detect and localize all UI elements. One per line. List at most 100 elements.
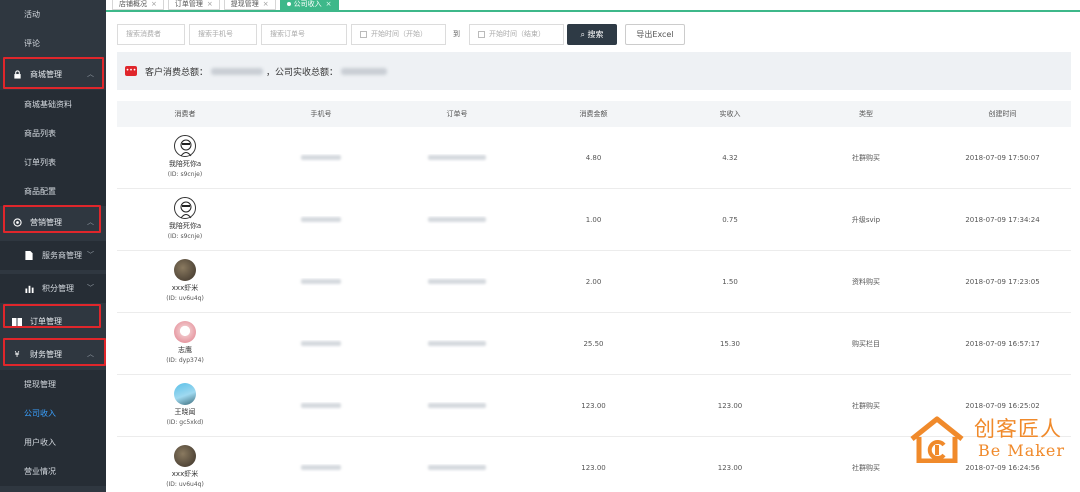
income-cell: 123.00 bbox=[717, 401, 743, 410]
table-row: 我陪死你a (ID: s9cnje) 4.80 4.32 社群购买 2018-0… bbox=[117, 127, 1071, 189]
consumer-name: 我陪死你a bbox=[168, 222, 202, 230]
consumer-cell: 志鹰 (ID: dyp374) bbox=[117, 313, 253, 375]
sidebar-item-product-list[interactable]: 商品列表 bbox=[0, 119, 106, 148]
amount-cell: 123.00 bbox=[581, 463, 606, 472]
search-icon: ⌕ bbox=[580, 30, 588, 39]
income-cell: 0.75 bbox=[722, 215, 738, 224]
sidebar-item-label: 积分管理 bbox=[42, 284, 74, 293]
avatar bbox=[174, 383, 196, 405]
consumer-cell: 我陪死你a (ID: s9cnje) bbox=[117, 127, 253, 189]
consumer-cell: 王晓闻 (ID: gc5xkd) bbox=[117, 375, 253, 437]
sidebar-item-business[interactable]: 营业情况 bbox=[0, 457, 106, 486]
end-time-placeholder: 开始时间（结束） bbox=[489, 30, 545, 38]
tab-label: 订单管理 bbox=[174, 0, 203, 8]
bar-chart-icon bbox=[24, 284, 34, 294]
income-cell: 15.30 bbox=[719, 339, 741, 348]
tab-withdrawal-management[interactable]: 提现管理 × bbox=[223, 0, 276, 10]
tab-label: 提现管理 bbox=[230, 0, 259, 8]
tab-company-income[interactable]: 公司收入 × bbox=[279, 0, 339, 10]
phone-cell-blurred bbox=[253, 278, 389, 286]
sidebar-item-comments[interactable]: 评论 bbox=[0, 29, 106, 58]
amount-cell: 123.00 bbox=[581, 401, 606, 410]
sidebar-item-activity[interactable]: 活动 bbox=[0, 0, 106, 29]
phone-search-input[interactable]: 搜索手机号 bbox=[189, 24, 257, 45]
sidebar-item-user-income[interactable]: 用户收入 bbox=[0, 428, 106, 457]
order-cell-blurred bbox=[389, 402, 525, 410]
column-header-time: 创建时间 bbox=[988, 110, 1017, 118]
order-search-input[interactable]: 搜索订单号 bbox=[261, 24, 347, 45]
sidebar-item-label: 活动 bbox=[24, 10, 40, 19]
chevron-down-icon: ﹀ bbox=[87, 251, 94, 259]
income-cell: 123.00 bbox=[717, 463, 743, 472]
highlight-box-finance bbox=[3, 338, 106, 366]
column-header-consumer: 消费者 bbox=[174, 110, 196, 118]
export-excel-button[interactable]: 导出Excel bbox=[625, 24, 685, 45]
consumer-cell: 我陪死你a (ID: s9cnje) bbox=[117, 189, 253, 251]
order-cell-blurred bbox=[389, 278, 525, 286]
sidebar-item-label: 评论 bbox=[24, 39, 40, 48]
sidebar-item-withdrawal[interactable]: 提现管理 bbox=[0, 370, 106, 399]
document-icon bbox=[24, 251, 34, 261]
time-cell: 2018-07-09 17:34:24 bbox=[965, 215, 1040, 224]
sidebar-item-label: 提现管理 bbox=[24, 380, 56, 389]
logo-text-cn: 创客匠人 bbox=[974, 417, 1062, 441]
sidebar-item-label: 服务商管理 bbox=[42, 251, 82, 260]
amount-cell: 2.00 bbox=[585, 277, 602, 286]
close-icon[interactable]: × bbox=[326, 0, 332, 8]
close-icon[interactable]: × bbox=[207, 0, 213, 8]
tab-order-management[interactable]: 订单管理 × bbox=[167, 0, 220, 10]
order-cell-blurred bbox=[389, 216, 525, 224]
consumer-total-label: 客户消费总额： bbox=[145, 67, 209, 78]
table-row: 我陪死你a (ID: s9cnje) 1.00 0.75 升级svip 2018… bbox=[117, 189, 1071, 251]
consumer-id: (ID: dyp374) bbox=[166, 357, 204, 364]
type-cell: 社群购买 bbox=[852, 401, 880, 410]
search-button[interactable]: ⌕ 搜索 bbox=[567, 24, 617, 45]
sidebar-item-label: 营业情况 bbox=[24, 467, 56, 476]
close-icon[interactable]: × bbox=[263, 0, 269, 8]
start-time-input[interactable]: 开始时间（开始） bbox=[351, 24, 446, 45]
sidebar-item-order-list[interactable]: 订单列表 bbox=[0, 148, 106, 177]
consumer-search-input[interactable]: 搜索消费者 bbox=[117, 24, 185, 45]
amount-cell: 1.00 bbox=[585, 215, 602, 224]
income-cell: 1.50 bbox=[722, 277, 738, 286]
sidebar-item-label: 公司收入 bbox=[24, 409, 56, 418]
consumer-total-value-blurred bbox=[211, 67, 264, 75]
type-cell: 升级svip bbox=[851, 215, 881, 224]
phone-cell-blurred bbox=[253, 154, 389, 162]
consumer-id: (ID: s9cnje) bbox=[167, 171, 203, 178]
sidebar-item-label: 商城基础资料 bbox=[24, 100, 72, 109]
type-cell: 社群购买 bbox=[852, 153, 880, 162]
consumer-id: (ID: uv6u4q) bbox=[166, 481, 204, 488]
sidebar-item-label: 商品列表 bbox=[24, 129, 56, 138]
end-time-input[interactable]: 开始时间（结束） bbox=[469, 24, 564, 45]
consumer-cell: xxx虾米 (ID: uv6u4q) bbox=[117, 437, 253, 492]
active-dot-icon bbox=[286, 2, 291, 6]
sidebar-item-product-config[interactable]: 商品配置 bbox=[0, 177, 106, 206]
sidebar-item-points[interactable]: 积分管理 ﹀ bbox=[0, 274, 106, 303]
type-cell: 资料购买 bbox=[852, 277, 880, 286]
column-header-order: 订单号 bbox=[446, 110, 468, 118]
table-row: xxx虾米 (ID: uv6u4q) 2.00 1.50 资料购买 2018-0… bbox=[117, 251, 1071, 313]
highlight-box-orders bbox=[3, 304, 101, 328]
sidebar-item-label: 用户收入 bbox=[24, 438, 56, 447]
tab-label: 公司收入 bbox=[293, 0, 322, 8]
consumer-name: 我陪死你a bbox=[168, 160, 202, 168]
consumer-id: (ID: gc5xkd) bbox=[166, 419, 204, 426]
order-cell-blurred bbox=[389, 464, 525, 472]
column-header-type: 类型 bbox=[859, 110, 873, 118]
sidebar-item-label: 商品配置 bbox=[24, 187, 56, 196]
sidebar-item-mall-basic[interactable]: 商城基础资料 bbox=[0, 90, 106, 119]
sidebar-item-company-income[interactable]: 公司收入 bbox=[0, 399, 106, 428]
start-time-placeholder: 开始时间（开始） bbox=[371, 30, 427, 38]
consumer-cell: xxx虾米 (ID: uv6u4q) bbox=[117, 251, 253, 313]
column-header-income: 实收入 bbox=[719, 110, 741, 118]
consumer-id: (ID: s9cnje) bbox=[167, 233, 203, 240]
tab-store-overview[interactable]: 店铺概况 × bbox=[112, 0, 164, 10]
avatar bbox=[174, 445, 196, 467]
avatar bbox=[174, 259, 196, 281]
calendar-icon bbox=[360, 30, 367, 38]
close-icon[interactable]: × bbox=[151, 0, 157, 8]
amount-cell: 4.80 bbox=[585, 153, 602, 162]
sidebar-item-service-provider[interactable]: 服务商管理 ﹀ bbox=[0, 241, 106, 270]
search-button-label: 搜索 bbox=[587, 30, 604, 39]
